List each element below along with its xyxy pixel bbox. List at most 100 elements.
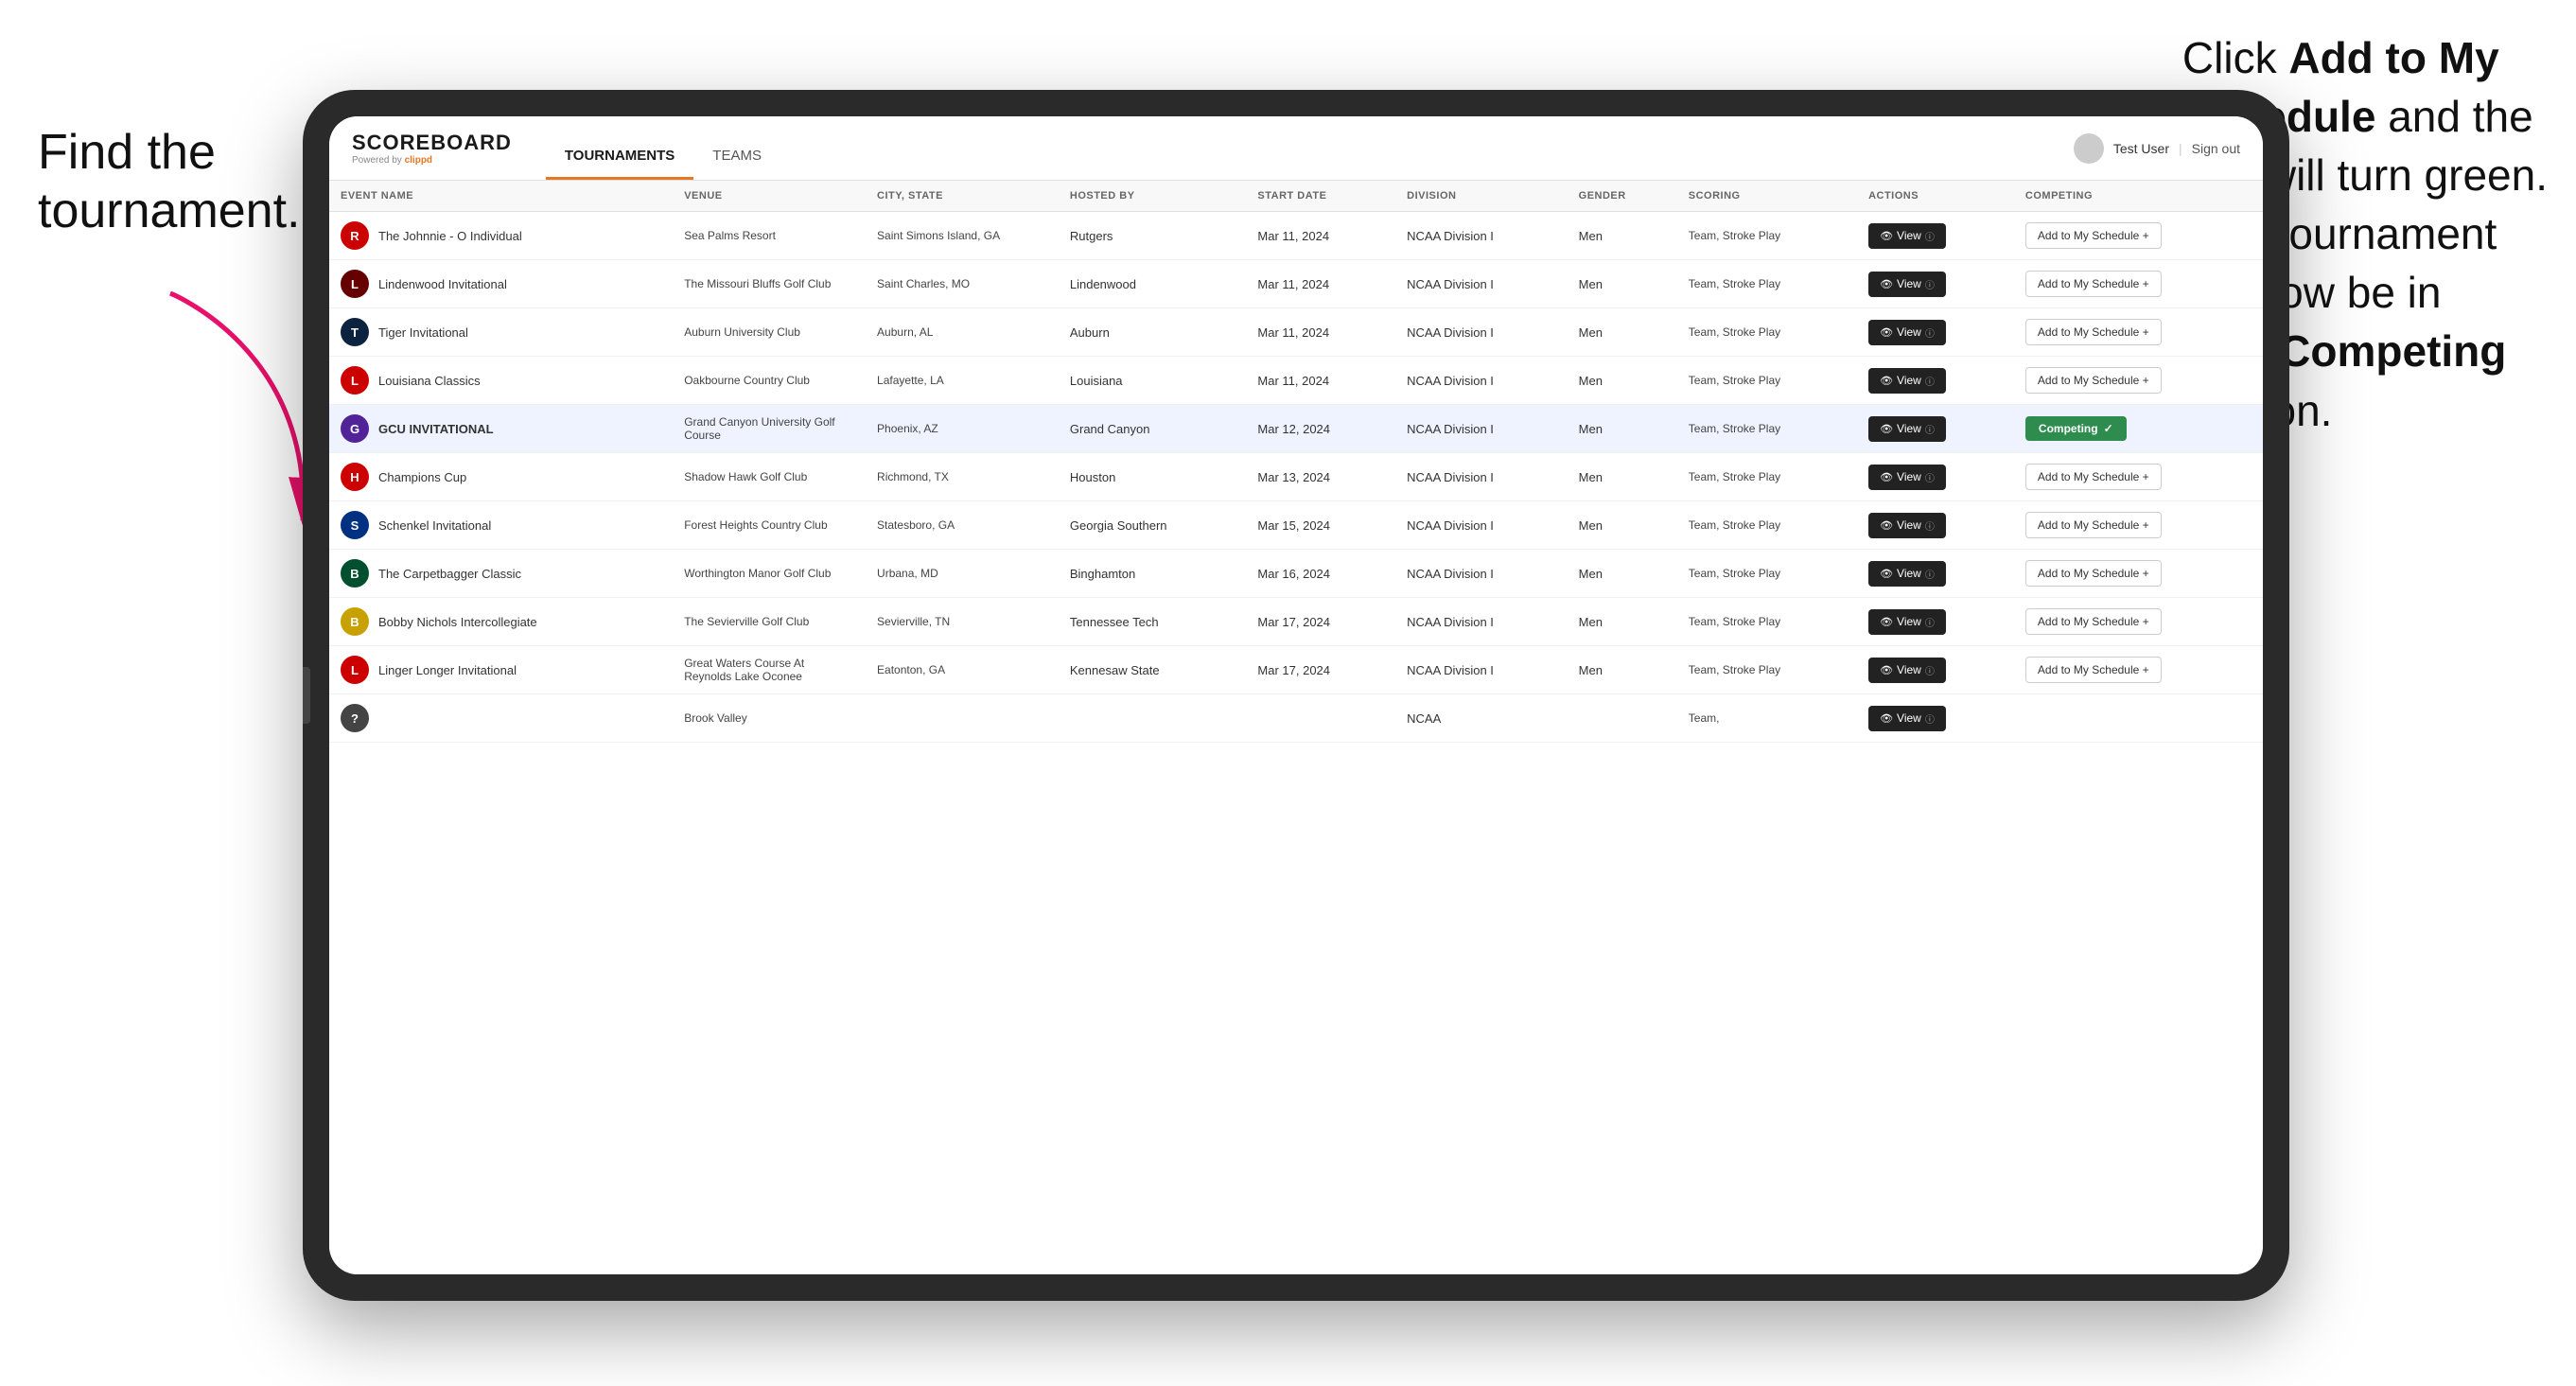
add-to-schedule-button[interactable]: Add to My Schedule + <box>2025 319 2162 345</box>
actions-cell: 👁 View ⓘ <box>1857 646 2014 694</box>
table-row: SSchenkel InvitationalForest Heights Cou… <box>329 501 2263 550</box>
nav-tabs: TOURNAMENTS TEAMS <box>546 116 780 180</box>
event-name: Linger Longer Invitational <box>378 663 517 677</box>
hosted-by-cell: Grand Canyon <box>1059 405 1247 453</box>
info-icon: ⓘ <box>1925 567 1935 581</box>
city-cell: Sevierville, TN <box>866 598 1059 646</box>
division-cell: NCAA Division I <box>1395 550 1567 598</box>
info-icon: ⓘ <box>1925 374 1935 388</box>
col-venue: VENUE <box>673 181 866 212</box>
add-to-schedule-button[interactable]: Add to My Schedule + <box>2025 512 2162 538</box>
event-name-cell: ? <box>329 694 673 743</box>
team-logo: B <box>341 559 369 588</box>
city-cell: Auburn, AL <box>866 308 1059 357</box>
add-to-schedule-button[interactable]: Add to My Schedule + <box>2025 657 2162 683</box>
view-button[interactable]: 👁 View ⓘ <box>1868 658 1946 683</box>
table-row: HChampions CupShadow Hawk Golf ClubRichm… <box>329 453 2263 501</box>
scoring-cell: Team, Stroke Play <box>1677 453 1857 501</box>
actions-cell: 👁 View ⓘ <box>1857 357 2014 405</box>
sign-out-link[interactable]: Sign out <box>2192 141 2240 156</box>
team-logo: R <box>341 221 369 250</box>
view-button[interactable]: 👁 View ⓘ <box>1868 272 1946 297</box>
actions-cell: 👁 View ⓘ <box>1857 260 2014 308</box>
top-bar: SCOREBOARD Powered by clippd TOURNAMENTS… <box>329 116 2263 181</box>
view-button[interactable]: 👁 View ⓘ <box>1868 368 1946 394</box>
tab-teams[interactable]: TEAMS <box>693 116 780 180</box>
event-name: Lindenwood Invitational <box>378 277 507 291</box>
venue-cell: Great Waters Course At Reynolds Lake Oco… <box>673 646 866 694</box>
view-button[interactable]: 👁 View ⓘ <box>1868 561 1946 587</box>
event-name-cell: SSchenkel Invitational <box>329 501 673 550</box>
view-button[interactable]: 👁 View ⓘ <box>1868 320 1946 345</box>
team-logo: T <box>341 318 369 346</box>
scoring-cell: Team, Stroke Play <box>1677 405 1857 453</box>
competing-cell: Add to My Schedule + <box>2014 598 2263 646</box>
view-button[interactable]: 👁 View ⓘ <box>1868 609 1946 635</box>
city-cell <box>866 694 1059 743</box>
division-cell: NCAA Division I <box>1395 453 1567 501</box>
event-name-cell: TTiger Invitational <box>329 308 673 357</box>
event-name-cell: BBobby Nichols Intercollegiate <box>329 598 673 646</box>
tablet-screen: SCOREBOARD Powered by clippd TOURNAMENTS… <box>329 116 2263 1274</box>
hosted-by-cell: Kennesaw State <box>1059 646 1247 694</box>
eye-icon: 👁 <box>1880 519 1893 532</box>
table-row: LLinger Longer InvitationalGreat Waters … <box>329 646 2263 694</box>
start-date-cell <box>1246 694 1395 743</box>
eye-icon: 👁 <box>1880 230 1893 242</box>
gender-cell: Men <box>1568 646 1677 694</box>
division-cell: NCAA Division I <box>1395 598 1567 646</box>
competing-button[interactable]: Competing ✓ <box>2025 416 2127 441</box>
start-date-cell: Mar 12, 2024 <box>1246 405 1395 453</box>
add-to-schedule-button[interactable]: Add to My Schedule + <box>2025 271 2162 297</box>
competing-cell <box>2014 694 2263 743</box>
view-button[interactable]: 👁 View ⓘ <box>1868 416 1946 442</box>
col-start-date: START DATE <box>1246 181 1395 212</box>
eye-icon: 👁 <box>1880 375 1893 387</box>
gender-cell: Men <box>1568 357 1677 405</box>
col-division: DIVISION <box>1395 181 1567 212</box>
logo-area: SCOREBOARD Powered by clippd <box>352 131 512 166</box>
eye-icon: 👁 <box>1880 712 1893 725</box>
tab-tournaments[interactable]: TOURNAMENTS <box>546 116 693 180</box>
gender-cell: Men <box>1568 598 1677 646</box>
add-to-schedule-button[interactable]: Add to My Schedule + <box>2025 560 2162 587</box>
gender-cell: Men <box>1568 260 1677 308</box>
team-logo: B <box>341 607 369 636</box>
view-button[interactable]: 👁 View ⓘ <box>1868 706 1946 731</box>
venue-cell: The Sevierville Golf Club <box>673 598 866 646</box>
division-cell: NCAA Division I <box>1395 260 1567 308</box>
venue-cell: Worthington Manor Golf Club <box>673 550 866 598</box>
check-icon: ✓ <box>2104 422 2113 435</box>
info-icon: ⓘ <box>1925 518 1935 533</box>
info-icon: ⓘ <box>1925 422 1935 436</box>
eye-icon: 👁 <box>1880 616 1893 628</box>
division-cell: NCAA Division I <box>1395 646 1567 694</box>
eye-icon: 👁 <box>1880 471 1893 483</box>
venue-cell: The Missouri Bluffs Golf Club <box>673 260 866 308</box>
add-to-schedule-button[interactable]: Add to My Schedule + <box>2025 608 2162 635</box>
gender-cell: Men <box>1568 453 1677 501</box>
user-name: Test User <box>2113 141 2169 156</box>
division-cell: NCAA <box>1395 694 1567 743</box>
view-button[interactable]: 👁 View ⓘ <box>1868 465 1946 490</box>
view-button[interactable]: 👁 View ⓘ <box>1868 223 1946 249</box>
venue-cell: Forest Heights Country Club <box>673 501 866 550</box>
competing-cell: Add to My Schedule + <box>2014 308 2263 357</box>
actions-cell: 👁 View ⓘ <box>1857 501 2014 550</box>
city-cell: Eatonton, GA <box>866 646 1059 694</box>
gender-cell: Men <box>1568 550 1677 598</box>
gender-cell: Men <box>1568 212 1677 260</box>
start-date-cell: Mar 17, 2024 <box>1246 646 1395 694</box>
eye-icon: 👁 <box>1880 568 1893 580</box>
add-to-schedule-button[interactable]: Add to My Schedule + <box>2025 464 2162 490</box>
top-bar-right: Test User | Sign out <box>2074 133 2240 164</box>
add-to-schedule-button[interactable]: Add to My Schedule + <box>2025 367 2162 394</box>
view-button[interactable]: 👁 View ⓘ <box>1868 513 1946 538</box>
venue-cell: Auburn University Club <box>673 308 866 357</box>
col-event-name: EVENT NAME <box>329 181 673 212</box>
scoring-cell: Team, <box>1677 694 1857 743</box>
add-to-schedule-button[interactable]: Add to My Schedule + <box>2025 222 2162 249</box>
competing-cell: Add to My Schedule + <box>2014 453 2263 501</box>
competing-cell: Add to My Schedule + <box>2014 646 2263 694</box>
start-date-cell: Mar 11, 2024 <box>1246 212 1395 260</box>
